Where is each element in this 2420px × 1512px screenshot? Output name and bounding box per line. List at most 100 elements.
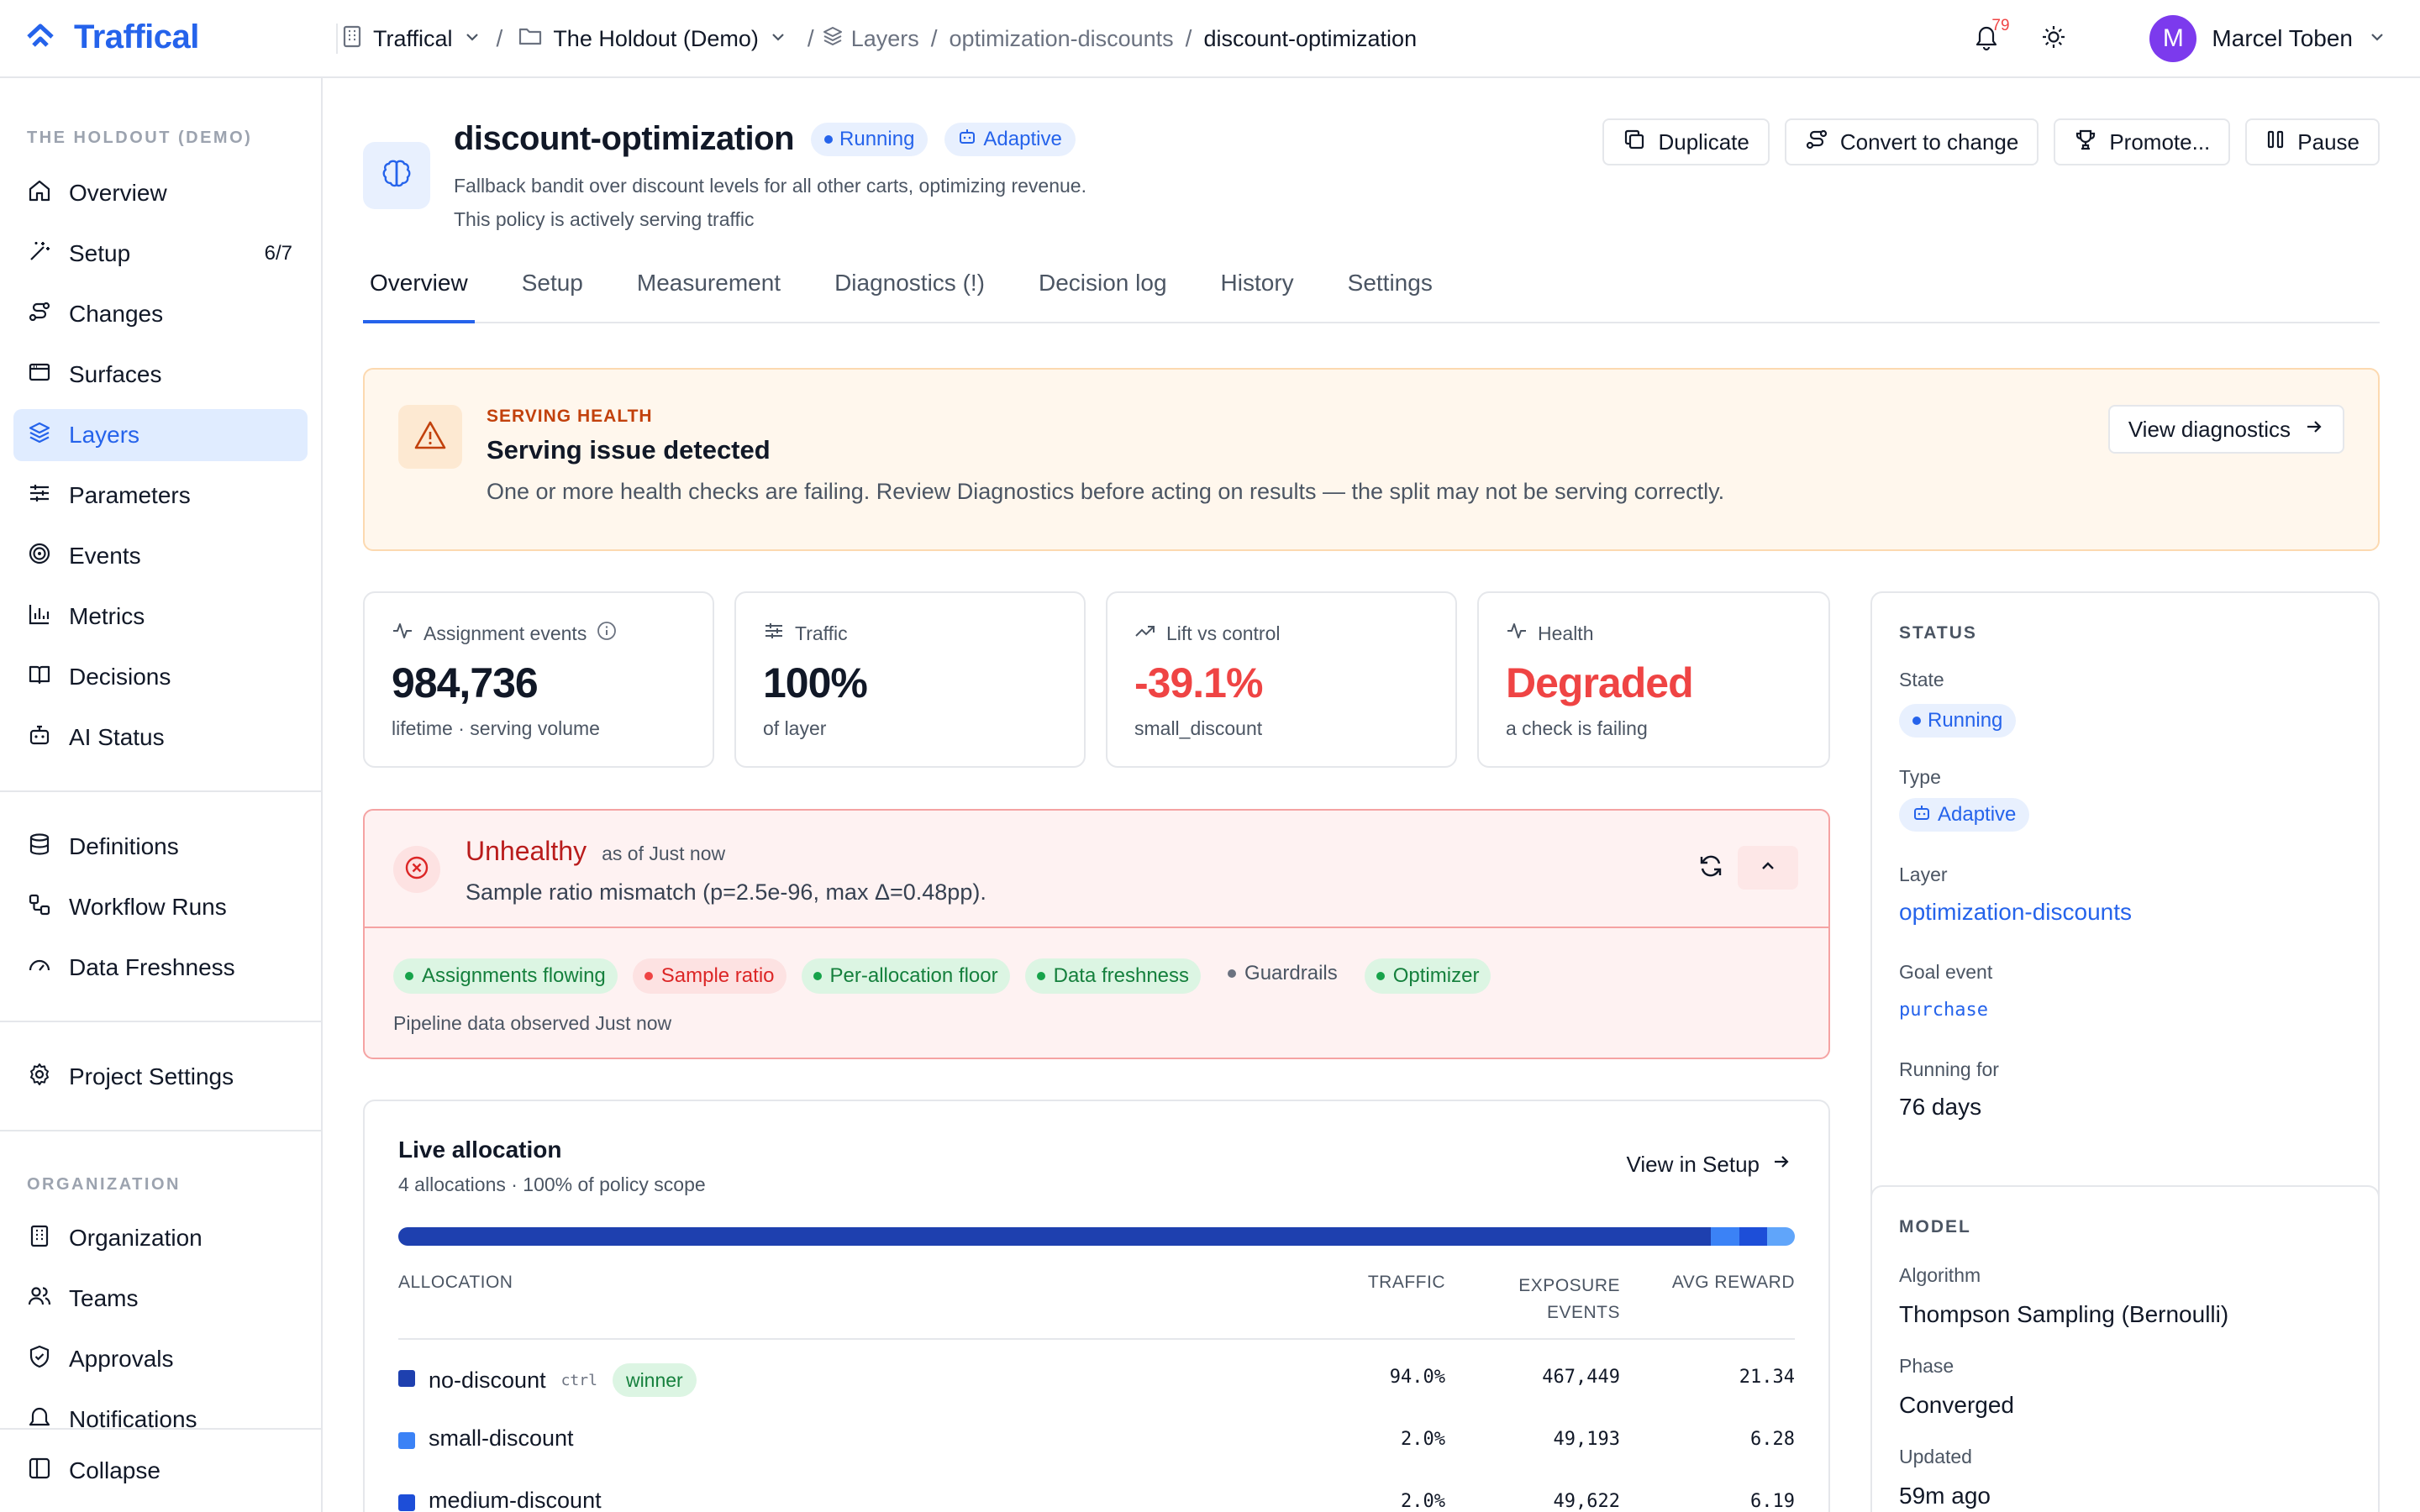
allocation-name: no-discount: [429, 1367, 546, 1393]
breadcrumb-org[interactable]: Traffical: [341, 24, 481, 54]
check-chip[interactable]: Guardrails: [1216, 956, 1349, 991]
allocation-swatch: [398, 1432, 415, 1449]
sidebar-item-ai-status[interactable]: AI Status: [13, 711, 308, 764]
folder-icon: [518, 25, 543, 53]
sidebar-divider: [0, 790, 321, 792]
breadcrumb-separator: /: [930, 25, 938, 51]
check-chip[interactable]: Per-allocation floor: [801, 958, 1010, 994]
home-icon: [27, 178, 52, 209]
duplicate-button[interactable]: Duplicate: [1602, 118, 1770, 165]
theme-toggle-button[interactable]: [2037, 22, 2070, 55]
tab-diagnostics[interactable]: Diagnostics (!): [828, 266, 992, 323]
serving-health-eyebrow: SERVING HEALTH: [487, 407, 653, 426]
sidebar-item-workflow-runs[interactable]: Workflow Runs: [13, 881, 308, 933]
stat-value: Degraded: [1506, 659, 1694, 706]
check-status-dot: [405, 972, 413, 980]
sidebar-item-label: Events: [69, 543, 141, 569]
column-header-avg-reward: AVG REWARD: [1671, 1273, 1795, 1292]
table-row[interactable]: no-discount ctrl winner 94.0% 467,449 21…: [398, 1345, 1795, 1407]
allocation-swatch: [398, 1370, 415, 1387]
bot-icon: [1912, 803, 1931, 827]
exposure-cell: 467,449: [1542, 1367, 1620, 1388]
reward-cell: 6.19: [1750, 1491, 1795, 1512]
winner-badge: winner: [612, 1363, 697, 1397]
sidebar-item-decisions[interactable]: Decisions: [13, 651, 308, 703]
column-header-exposure-line2: EVENTS: [1546, 1303, 1620, 1322]
sliders-icon: [763, 620, 785, 647]
user-menu[interactable]: M Marcel Toben: [2149, 15, 2386, 62]
sidebar-item-data-freshness[interactable]: Data Freshness: [13, 942, 308, 994]
sidebar-item-changes[interactable]: Changes: [13, 288, 308, 340]
sidebar-item-metrics[interactable]: Metrics: [13, 591, 308, 643]
table-row[interactable]: small-discount 2.0% 49,193 6.28: [398, 1407, 1795, 1469]
phase-value: Converged: [1899, 1392, 2014, 1418]
control-tag: ctrl: [560, 1371, 597, 1389]
reward-cell: 6.28: [1750, 1429, 1795, 1450]
pause-button[interactable]: Pause: [2245, 118, 2380, 165]
sidebar-item-events[interactable]: Events: [13, 530, 308, 582]
building-icon: [341, 24, 363, 54]
sidebar-item-organization[interactable]: Organization: [13, 1212, 308, 1264]
bot-icon: [958, 127, 976, 151]
sidebar-item-setup[interactable]: Setup 6/7: [13, 228, 308, 280]
divider: [336, 24, 338, 54]
stat-card-health: Health Degraded a check is failing: [1477, 591, 1830, 768]
copy-icon: [1623, 128, 1646, 157]
sidebar-item-approvals[interactable]: Approvals: [13, 1333, 308, 1385]
sidebar-item-teams[interactable]: Teams: [13, 1273, 308, 1325]
sidebar-item-surfaces[interactable]: Surfaces: [13, 349, 308, 401]
view-in-setup-link[interactable]: View in Setup: [1626, 1152, 1791, 1178]
allocation-subtitle: 4 allocations · 100% of policy scope: [398, 1173, 706, 1195]
page-description: Fallback bandit over discount levels for…: [454, 169, 1086, 236]
brand[interactable]: Traffical: [25, 18, 199, 56]
layer-link[interactable]: optimization-discounts: [1899, 899, 2132, 926]
sidebar-item-project-settings[interactable]: Project Settings: [13, 1051, 308, 1103]
breadcrumb-layer[interactable]: optimization-discounts: [950, 26, 1174, 52]
check-chip[interactable]: Optimizer: [1364, 958, 1491, 994]
allocation-title: Live allocation: [398, 1137, 562, 1163]
tab-settings[interactable]: Settings: [1341, 266, 1439, 323]
check-chip[interactable]: Data freshness: [1024, 958, 1202, 994]
goal-event-value[interactable]: purchase: [1899, 1000, 1988, 1021]
collapse-panel-button[interactable]: [1738, 846, 1798, 890]
policy-description: Fallback bandit over discount levels for…: [454, 175, 1086, 197]
exposure-cell: 49,193: [1553, 1429, 1620, 1450]
info-icon[interactable]: [597, 621, 617, 646]
allocation-table-header: ALLOCATION TRAFFIC EXPOSURE EVENTS AVG R…: [398, 1273, 1795, 1340]
sidebar-item-layers[interactable]: Layers: [13, 409, 308, 461]
check-status-dot: [813, 972, 822, 980]
gear-icon: [27, 1062, 52, 1093]
collapse-sidebar-button[interactable]: Collapse: [13, 1445, 308, 1497]
sidebar-item-label: Surfaces: [69, 361, 162, 387]
view-diagnostics-button[interactable]: View diagnostics: [2107, 405, 2344, 454]
tab-setup[interactable]: Setup: [515, 266, 590, 323]
algorithm-value: Thompson Sampling (Bernoulli): [1899, 1301, 2229, 1327]
sidebar-item-overview[interactable]: Overview: [13, 167, 308, 219]
breadcrumb: Traffical / The Holdout (Demo) / Layers …: [341, 22, 1417, 55]
view-diagnostics-label: View diagnostics: [2128, 416, 2291, 442]
arrow-right-icon: [1771, 1152, 1791, 1178]
check-chip[interactable]: Sample ratio: [632, 958, 786, 994]
refresh-button[interactable]: [1691, 848, 1731, 888]
tab-decision-log[interactable]: Decision log: [1032, 266, 1174, 323]
sidebar-item-label: Organization: [69, 1225, 203, 1251]
table-row[interactable]: medium-discount 2.0% 49,622 6.19: [398, 1469, 1795, 1512]
type-badge-label: Adaptive: [1938, 803, 2017, 826]
tab-history[interactable]: History: [1214, 266, 1301, 323]
breadcrumb-current: discount-optimization: [1203, 25, 1418, 51]
tab-measurement[interactable]: Measurement: [630, 266, 787, 323]
notifications-button[interactable]: 79: [1970, 17, 2010, 55]
promote-button[interactable]: Promote...: [2054, 118, 2231, 165]
sidebar-item-definitions[interactable]: Definitions: [13, 821, 308, 873]
convert-to-change-button[interactable]: Convert to change: [1784, 118, 2039, 165]
breadcrumb-layers[interactable]: Layers: [821, 24, 919, 54]
sidebar-item-parameters[interactable]: Parameters: [13, 470, 308, 522]
status-card: STATUS State Running Type Adaptive Layer…: [1870, 591, 2380, 1235]
model-section-title: MODEL: [1899, 1217, 1971, 1236]
sidebar-item-label: Workflow Runs: [69, 894, 227, 920]
check-chip[interactable]: Assignments flowing: [393, 958, 618, 994]
breadcrumb-project[interactable]: The Holdout (Demo): [518, 25, 787, 53]
tab-overview[interactable]: Overview: [363, 266, 475, 323]
book-icon: [27, 662, 52, 693]
allocation-name: medium-discount: [429, 1488, 602, 1512]
